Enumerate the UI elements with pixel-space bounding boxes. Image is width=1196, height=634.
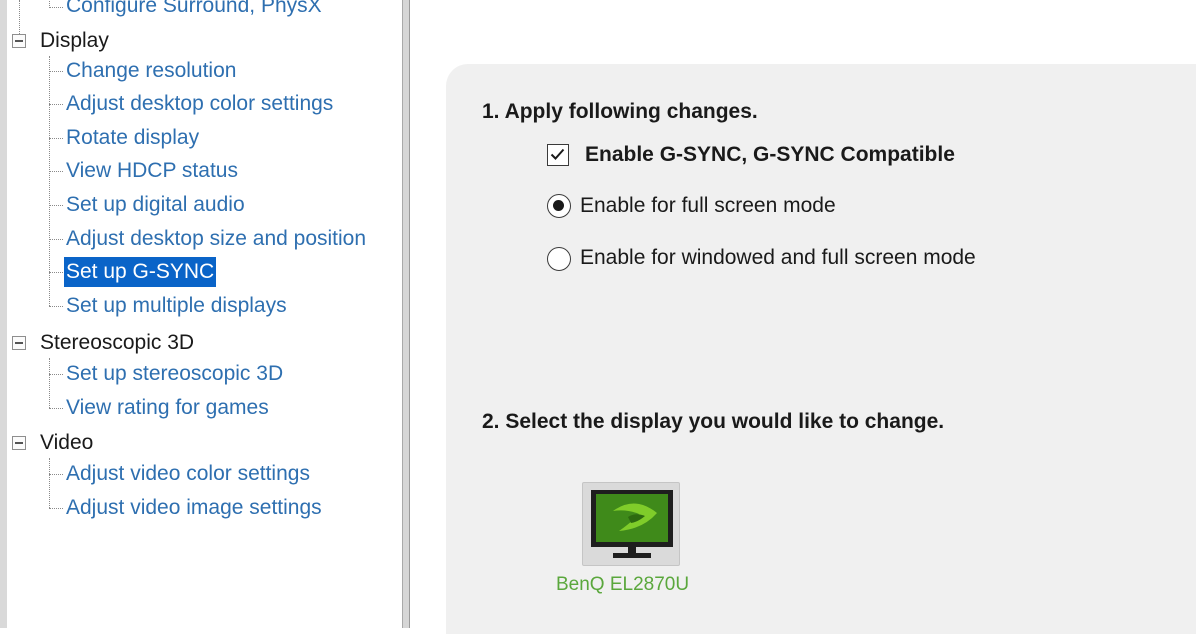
step2-heading: 2. Select the display you would like to … (482, 410, 945, 433)
tree-item-desktop-size-position[interactable]: Adjust desktop size and position (64, 224, 368, 254)
display-selector-benq[interactable] (582, 482, 680, 566)
tree-category-video[interactable]: Video (40, 428, 93, 458)
tree-item-change-resolution[interactable]: Change resolution (64, 56, 238, 86)
radio-windowed-label[interactable]: Enable for windowed and full screen mode (580, 246, 976, 270)
tree-item-view-rating-games[interactable]: View rating for games (64, 393, 271, 423)
display-name-label[interactable]: BenQ EL2870U (556, 574, 689, 596)
tree-item-video-color[interactable]: Adjust video color settings (64, 459, 312, 489)
tree-item-digital-audio[interactable]: Set up digital audio (64, 190, 247, 220)
radio-windowed[interactable] (547, 247, 571, 271)
tree-item-rotate-display[interactable]: Rotate display (64, 123, 201, 153)
step1-heading: 1. Apply following changes. (482, 100, 758, 123)
navigation-tree: Configure Surround, PhysX Display Change… (0, 0, 402, 628)
tree-category-display[interactable]: Display (40, 26, 109, 56)
panel-splitter[interactable] (402, 0, 410, 628)
checkmark-icon (550, 148, 565, 160)
collapse-icon[interactable] (12, 336, 26, 350)
tree-item-multiple-displays[interactable]: Set up multiple displays (64, 291, 289, 321)
collapse-icon[interactable] (12, 34, 26, 48)
tree-category-stereoscopic-3d[interactable]: Stereoscopic 3D (40, 328, 194, 358)
gsync-enable-checkbox[interactable] (547, 144, 569, 166)
collapse-icon[interactable] (12, 436, 26, 450)
monitor-icon (591, 490, 673, 558)
radio-selected-dot (553, 200, 564, 211)
tree-item-video-image[interactable]: Adjust video image settings (64, 493, 324, 523)
gsync-enable-label[interactable]: Enable G-SYNC, G-SYNC Compatible (585, 143, 955, 167)
tree-item-view-hdcp-status[interactable]: View HDCP status (64, 156, 240, 186)
tree-item-configure-surround[interactable]: Configure Surround, PhysX (64, 0, 324, 21)
radio-fullscreen-label[interactable]: Enable for full screen mode (580, 194, 836, 218)
tree-border (0, 0, 7, 628)
tree-item-adjust-desktop-color[interactable]: Adjust desktop color settings (64, 89, 335, 119)
tree-item-set-up-stereoscopic[interactable]: Set up stereoscopic 3D (64, 359, 285, 389)
radio-fullscreen[interactable] (547, 194, 571, 218)
tree-item-set-up-gsync[interactable]: Set up G-SYNC (64, 257, 217, 287)
